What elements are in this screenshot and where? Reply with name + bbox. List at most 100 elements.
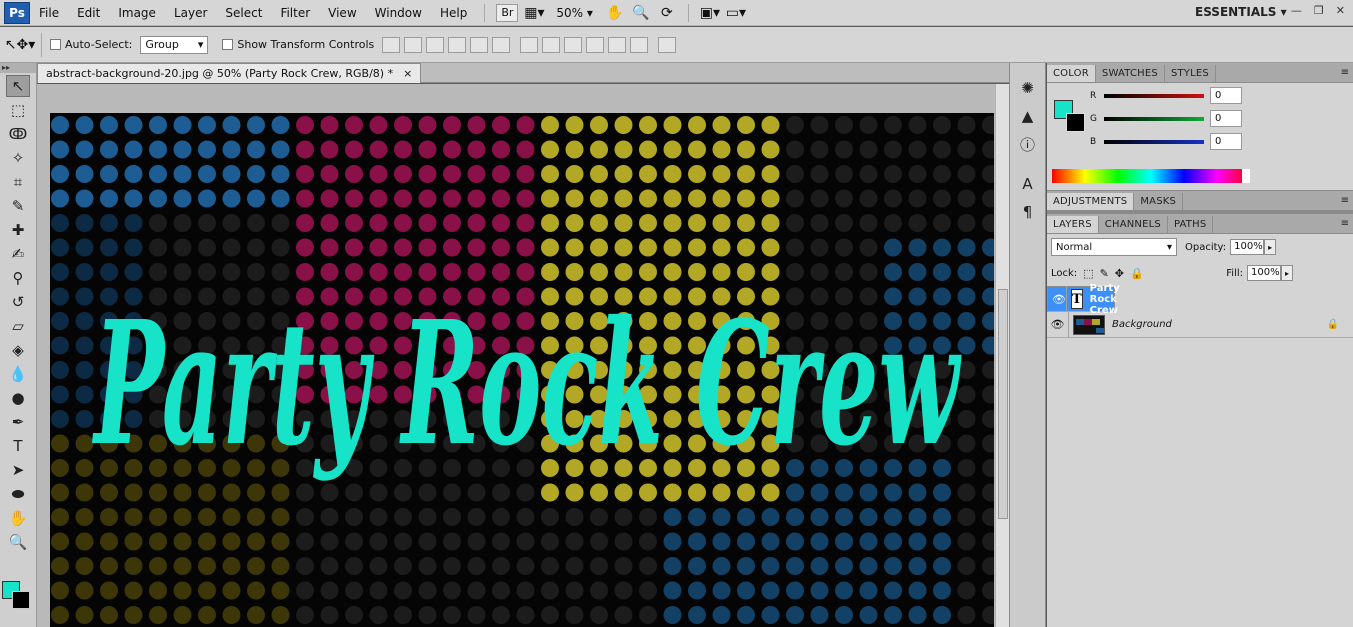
distribute-right-icon[interactable] bbox=[630, 36, 649, 53]
panel-menu-icon[interactable]: ≡ bbox=[1341, 67, 1349, 78]
lock-position-icon[interactable]: ✥ bbox=[1115, 267, 1124, 280]
blur-tool-icon[interactable]: 💧 bbox=[6, 363, 30, 385]
visibility-eye-icon[interactable]: 👁 bbox=[1047, 311, 1069, 338]
fill-slider-arrow-icon[interactable]: ▸ bbox=[1281, 265, 1293, 281]
menu-help[interactable]: Help bbox=[431, 6, 476, 20]
blue-value[interactable]: 0 bbox=[1210, 133, 1242, 150]
distribute-bottom-icon[interactable] bbox=[564, 36, 583, 53]
zoom-tool-icon[interactable]: 🔍 bbox=[631, 3, 651, 23]
green-slider[interactable] bbox=[1104, 116, 1204, 121]
auto-align-layers-icon[interactable] bbox=[658, 36, 677, 53]
distribute-top-icon[interactable] bbox=[520, 36, 539, 53]
adjustments-menu-icon[interactable]: ≡ bbox=[1341, 195, 1349, 206]
tab-swatches[interactable]: SWATCHES bbox=[1096, 65, 1165, 82]
histogram-icon[interactable]: ▲ bbox=[1014, 103, 1042, 129]
auto-select-option[interactable]: Auto-Select: bbox=[50, 38, 132, 51]
document-canvas[interactable]: Party Rock Crew bbox=[50, 113, 994, 627]
menu-filter[interactable]: Filter bbox=[271, 6, 319, 20]
lasso-tool-icon[interactable]: ↂ bbox=[6, 123, 30, 145]
distribute-hcenter-icon[interactable] bbox=[608, 36, 627, 53]
path-selection-tool-icon[interactable]: ➤ bbox=[6, 459, 30, 481]
arrange-documents-icon[interactable]: ▣▾ bbox=[700, 3, 720, 23]
pen-tool-icon[interactable]: ✒ bbox=[6, 411, 30, 433]
dodge-tool-icon[interactable]: ● bbox=[6, 387, 30, 409]
clone-stamp-tool-icon[interactable]: ⚲ bbox=[6, 267, 30, 289]
screen-mode-toggle-icon[interactable]: ▭▾ bbox=[726, 3, 746, 23]
menu-file[interactable]: File bbox=[30, 6, 68, 20]
red-slider[interactable] bbox=[1104, 93, 1204, 98]
scrollbar-thumb[interactable] bbox=[998, 289, 1008, 519]
distribute-left-icon[interactable] bbox=[586, 36, 605, 53]
align-bottom-icon[interactable] bbox=[426, 36, 445, 53]
transform-controls-checkbox[interactable] bbox=[222, 39, 234, 50]
tab-layers[interactable]: LAYERS bbox=[1047, 216, 1099, 233]
align-hcenter-icon[interactable] bbox=[470, 36, 489, 53]
menu-window[interactable]: Window bbox=[366, 6, 431, 20]
vertical-scrollbar[interactable] bbox=[995, 84, 1009, 627]
blue-slider[interactable] bbox=[1104, 139, 1204, 144]
align-vcenter-icon[interactable] bbox=[404, 36, 423, 53]
auto-select-checkbox[interactable] bbox=[50, 39, 61, 50]
tools-panel-header[interactable]: ▸▸ bbox=[0, 63, 36, 73]
layer-name[interactable]: Party Rock Crew bbox=[1090, 283, 1120, 316]
tab-adjustments[interactable]: ADJUSTMENTS bbox=[1047, 193, 1135, 210]
restore-icon[interactable]: ❐ bbox=[1314, 4, 1324, 17]
zoom-level[interactable]: 50% ▾ bbox=[547, 6, 602, 20]
fill-input[interactable]: 100% bbox=[1247, 265, 1281, 281]
navigator-icon[interactable]: ✺ bbox=[1014, 75, 1042, 101]
layer-row-text[interactable]: 👁 T Party Rock Crew bbox=[1047, 283, 1120, 316]
background-color-swatch[interactable] bbox=[12, 591, 30, 609]
visibility-eye-icon[interactable]: 👁 bbox=[1052, 286, 1067, 312]
character-panel-icon[interactable]: A bbox=[1014, 171, 1042, 197]
crop-tool-icon[interactable]: ⌗ bbox=[6, 171, 30, 193]
tab-styles[interactable]: STYLES bbox=[1165, 65, 1216, 82]
eyedropper-tool-icon[interactable]: ✎ bbox=[6, 195, 30, 217]
menu-select[interactable]: Select bbox=[216, 6, 271, 20]
tab-paths[interactable]: PATHS bbox=[1168, 216, 1214, 233]
red-value[interactable]: 0 bbox=[1210, 87, 1242, 104]
distribute-vcenter-icon[interactable] bbox=[542, 36, 561, 53]
paint-bucket-tool-icon[interactable]: ◈ bbox=[6, 339, 30, 361]
menu-image[interactable]: Image bbox=[109, 6, 165, 20]
move-tool-preset-icon[interactable]: ↖✥▾ bbox=[5, 35, 36, 55]
menu-layer[interactable]: Layer bbox=[165, 6, 216, 20]
align-top-icon[interactable] bbox=[382, 36, 401, 53]
info-icon[interactable]: ⓘ bbox=[1014, 131, 1042, 157]
zoom-tool-panel-icon[interactable]: 🔍 bbox=[6, 531, 30, 553]
history-brush-tool-icon[interactable]: ↺ bbox=[6, 291, 30, 313]
lock-transparent-icon[interactable]: ⬚ bbox=[1083, 267, 1093, 280]
rotate-view-icon[interactable]: ⟳ bbox=[657, 3, 677, 23]
document-tab[interactable]: abstract-background-20.jpg @ 50% (Party … bbox=[37, 63, 422, 83]
tab-masks[interactable]: MASKS bbox=[1134, 193, 1184, 210]
magic-wand-tool-icon[interactable]: ✧ bbox=[6, 147, 30, 169]
blend-mode-dropdown[interactable]: Normal ▾ bbox=[1051, 238, 1177, 256]
tab-color[interactable]: COLOR bbox=[1047, 65, 1096, 82]
healing-brush-tool-icon[interactable]: ✚ bbox=[6, 219, 30, 241]
layer-row-background[interactable]: 👁 Background 🔒 bbox=[1047, 311, 1353, 338]
move-tool-icon[interactable]: ↖ bbox=[6, 75, 30, 97]
align-right-icon[interactable] bbox=[492, 36, 511, 53]
paragraph-panel-icon[interactable]: ¶ bbox=[1014, 199, 1042, 225]
workspace-switcher[interactable]: ESSENTIALS ▾ bbox=[1195, 5, 1287, 19]
opacity-input[interactable]: 100% bbox=[1230, 239, 1265, 255]
screen-mode-icon[interactable]: ▦▾ bbox=[524, 3, 544, 23]
transform-controls-option[interactable]: Show Transform Controls bbox=[222, 38, 374, 51]
auto-select-dropdown[interactable]: Group ▾ bbox=[140, 35, 209, 54]
lock-all-icon[interactable]: 🔒 bbox=[1130, 267, 1144, 280]
menu-edit[interactable]: Edit bbox=[68, 6, 109, 20]
color-background-swatch[interactable] bbox=[1066, 113, 1085, 132]
minimize-icon[interactable]: — bbox=[1291, 4, 1302, 17]
eraser-tool-icon[interactable]: ▱ bbox=[6, 315, 30, 337]
layer-name[interactable]: Background bbox=[1112, 319, 1172, 330]
hand-tool-icon[interactable]: ✋ bbox=[605, 3, 625, 23]
marquee-tool-icon[interactable]: ⬚ bbox=[6, 99, 30, 121]
lock-pixels-icon[interactable]: ✎ bbox=[1100, 267, 1109, 280]
opacity-slider-arrow-icon[interactable]: ▸ bbox=[1264, 239, 1277, 255]
tab-channels[interactable]: CHANNELS bbox=[1099, 216, 1168, 233]
type-tool-icon[interactable]: T bbox=[6, 435, 30, 457]
menu-view[interactable]: View bbox=[319, 6, 365, 20]
green-value[interactable]: 0 bbox=[1210, 110, 1242, 127]
shape-tool-icon[interactable]: ⬬ bbox=[6, 483, 30, 505]
bridge-button[interactable]: Br bbox=[496, 3, 519, 22]
layers-menu-icon[interactable]: ≡ bbox=[1341, 218, 1349, 229]
